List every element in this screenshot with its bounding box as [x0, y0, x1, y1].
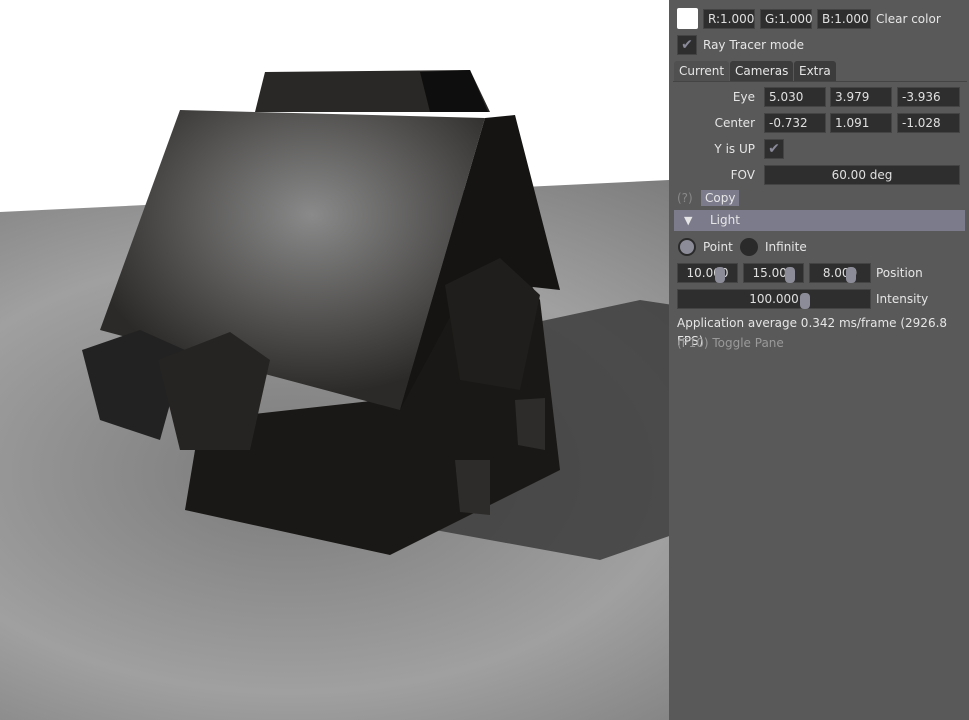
settings-pane: R:1.000 G:1.000 B:1.000 Clear color ✔ Ra…	[669, 0, 969, 720]
light-header-label: Light	[710, 213, 740, 227]
clear-color-r[interactable]: R:1.000	[703, 9, 755, 29]
tab-divider	[673, 81, 967, 82]
light-header[interactable]: ▼ Light	[674, 210, 965, 231]
checkmark-icon: ✔	[681, 37, 693, 53]
position-label: Position	[876, 266, 923, 280]
center-y[interactable]: 1.091	[830, 113, 892, 133]
center-label: Center	[714, 116, 755, 130]
checkmark-icon: ✔	[768, 141, 780, 157]
light-position-z[interactable]: 8.000	[809, 263, 871, 283]
point-radio[interactable]	[678, 238, 696, 256]
help-marker[interactable]: (?)	[677, 189, 693, 207]
light-position-x[interactable]: 10.000	[677, 263, 738, 283]
clear-color-swatch[interactable]	[677, 8, 698, 29]
eye-y[interactable]: 3.979	[830, 87, 892, 107]
copy-button[interactable]: Copy	[701, 190, 740, 206]
eye-z[interactable]: -3.936	[897, 87, 960, 107]
center-x[interactable]: -0.732	[764, 113, 826, 133]
point-label: Point	[703, 240, 733, 254]
ray-tracer-label: Ray Tracer mode	[703, 38, 804, 52]
slider-grab[interactable]	[785, 267, 795, 283]
eye-x[interactable]: 5.030	[764, 87, 826, 107]
tab-extra[interactable]: Extra	[794, 61, 836, 82]
y-is-up-checkbox[interactable]: ✔	[764, 139, 784, 159]
toggle-pane-hint: (F10) Toggle Pane	[677, 336, 784, 350]
value: 100.000	[749, 292, 799, 306]
center-z[interactable]: -1.028	[897, 113, 960, 133]
infinite-radio[interactable]	[740, 238, 758, 256]
intensity-label: Intensity	[876, 292, 929, 306]
ray-tracer-checkbox[interactable]: ✔	[677, 35, 697, 55]
collapse-triangle-icon: ▼	[684, 214, 693, 227]
slider-grab[interactable]	[800, 293, 810, 309]
slider-grab[interactable]	[846, 267, 856, 283]
clear-color-g[interactable]: G:1.000	[760, 9, 813, 29]
y-is-up-label: Y is UP	[714, 142, 755, 156]
infinite-label: Infinite	[765, 240, 807, 254]
clear-color-b[interactable]: B:1.000	[817, 9, 871, 29]
eye-label: Eye	[732, 90, 755, 104]
tab-current[interactable]: Current	[674, 61, 730, 82]
slider-grab[interactable]	[715, 267, 725, 283]
intensity-slider[interactable]: 100.000	[677, 289, 871, 309]
fov-slider[interactable]: 60.00 deg	[764, 165, 960, 185]
tab-cameras[interactable]: Cameras	[730, 61, 794, 82]
clear-color-label: Clear color	[876, 12, 941, 26]
light-position-y[interactable]: 15.000	[743, 263, 804, 283]
fov-label: FOV	[730, 168, 755, 182]
